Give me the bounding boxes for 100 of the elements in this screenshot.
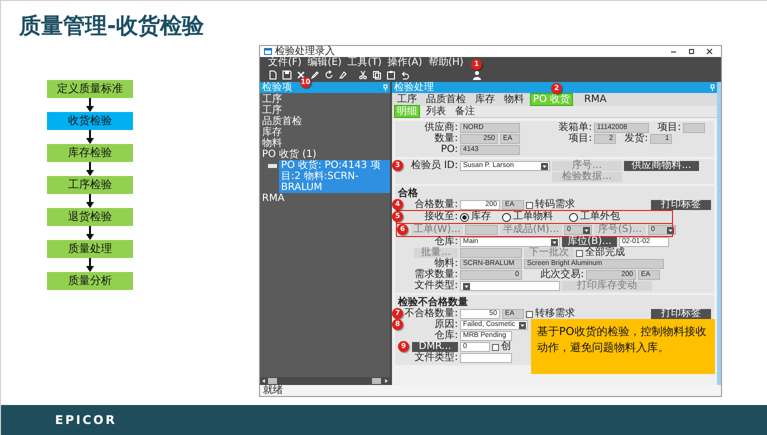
flow-arrow [86, 98, 94, 112]
menu-item[interactable]: 编辑(E) [308, 57, 342, 68]
input-field[interactable] [465, 225, 498, 235]
menu-item[interactable]: 工具(T) [348, 57, 382, 68]
tree-item[interactable]: 物料 [260, 138, 282, 149]
field-label: 供应商: [424, 123, 458, 133]
slide-title: 质量管理-收货检验 [18, 13, 204, 41]
process-step: 质量处理 [47, 240, 133, 258]
tree-item[interactable]: 库存 [260, 127, 282, 138]
field-label: 原因: [434, 320, 458, 330]
checkbox[interactable]: 转移需求 [526, 309, 581, 319]
pin-icon[interactable] [383, 84, 388, 91]
flow-arrow [86, 258, 94, 272]
radio-button[interactable]: 工单物料 [502, 212, 567, 222]
refresh-icon[interactable] [324, 70, 334, 80]
app-icon [264, 48, 272, 55]
pin-icon[interactable] [710, 84, 715, 91]
process-step: 库存检验 [47, 144, 133, 162]
tab[interactable]: 品质首检 [424, 94, 468, 105]
field-label: 仓库: [434, 331, 458, 341]
menu-item[interactable]: 帮助(H) [428, 57, 464, 68]
field-label: 项目: [568, 134, 592, 144]
tree-item[interactable]: PO 收货 (1) [260, 149, 316, 160]
process-step: 收货检验 [47, 112, 133, 130]
caret-icon [551, 238, 558, 246]
callout-note: 基于PO收货的检验，控制物料接收动作，避免问题物料入库。 [531, 319, 715, 374]
checkbox[interactable]: 全部完成 [576, 248, 631, 258]
caret-icon [583, 226, 590, 234]
caret-icon [463, 282, 470, 290]
copy-icon[interactable] [372, 70, 382, 80]
radio-circle-icon[interactable] [569, 212, 578, 222]
input-field[interactable] [460, 353, 512, 363]
button[interactable]: DMR... [412, 342, 458, 352]
maximize-icon[interactable] [688, 48, 695, 55]
field-label: 文件类型: [414, 281, 458, 291]
field-label: 物料: [434, 259, 458, 269]
delete-icon[interactable] [296, 70, 306, 80]
horizontal-scrollbar[interactable] [260, 377, 390, 385]
pencil-icon[interactable] [310, 70, 320, 80]
tab[interactable]: 备注 [453, 106, 477, 117]
flow-arrow [86, 194, 94, 208]
input-field[interactable] [460, 248, 522, 258]
tab[interactable]: 物料 [502, 94, 526, 105]
field-label: 装箱单: [558, 123, 592, 133]
tree-item[interactable]: 工序 [260, 94, 282, 105]
undo-icon[interactable] [400, 70, 410, 80]
field-label: 发货: [624, 134, 648, 144]
radio-circle-icon[interactable] [502, 212, 511, 222]
process-step: 质量分析 [47, 272, 133, 290]
field-label: 不合格数量: [404, 309, 458, 319]
new-document-icon[interactable] [268, 70, 278, 80]
caret-icon [519, 322, 526, 328]
radio-button[interactable]: 库存 [460, 212, 500, 222]
flow-arrow [86, 130, 94, 144]
group-title: 合格 [398, 188, 418, 199]
button[interactable]: 库位(B)... [562, 237, 617, 247]
tree-item[interactable]: 品质首检 [260, 116, 302, 127]
caret-icon [541, 162, 548, 170]
input-field[interactable] [683, 123, 705, 133]
field-label: 接收至: [424, 212, 458, 222]
eraser-icon[interactable] [338, 70, 348, 80]
tab[interactable]: 列表 [424, 106, 448, 117]
document-icon [268, 163, 277, 169]
tree-item[interactable]: 工序 [260, 105, 282, 116]
field-label: 项目: [656, 123, 681, 133]
process-step: 定义质量标准 [47, 80, 133, 98]
field-label: 合格数量: [414, 200, 458, 210]
field-label: 数量: [434, 134, 458, 144]
checkbox[interactable]: 创 [492, 342, 514, 352]
tab[interactable]: RMA [582, 94, 609, 105]
paste-icon[interactable] [386, 70, 396, 80]
group-title: 检验不合格数量 [398, 297, 468, 308]
field-label: 检验员 ID: [410, 161, 458, 171]
logo: EPICOR [55, 412, 117, 429]
flow-arrow [86, 162, 94, 176]
cut-icon[interactable] [358, 70, 368, 80]
tab[interactable]: 库存 [473, 94, 497, 105]
tab[interactable]: 工序 [395, 94, 419, 105]
radio-button[interactable]: 工单外包 [569, 212, 634, 222]
process-step: 工序检验 [47, 176, 133, 194]
button[interactable]: 供应商物料... [624, 161, 699, 171]
dropdown[interactable] [460, 281, 560, 291]
button[interactable]: 打印标签 [651, 200, 711, 210]
process-step: 退货检验 [47, 208, 133, 226]
close-icon[interactable] [706, 48, 713, 55]
person-icon[interactable] [472, 70, 482, 80]
menu-item[interactable]: 文件(F) [268, 57, 302, 68]
field-label: 文件类型: [414, 353, 458, 363]
panel-title: 检验项 [262, 82, 292, 93]
save-icon[interactable] [282, 70, 292, 80]
window-title: 检验处理录入 [275, 46, 335, 57]
button[interactable]: 打印标签 [651, 309, 711, 319]
field-label: 仓库: [434, 237, 458, 247]
menu-item[interactable]: 操作(A) [388, 57, 422, 68]
checkbox[interactable]: 转码需求 [526, 200, 581, 210]
radio-circle-icon[interactable] [460, 212, 469, 222]
flow-arrow [86, 226, 94, 240]
field-label: PO: [440, 145, 458, 155]
field-label: 需求数量: [414, 270, 458, 280]
tree-item[interactable]: RMA [260, 193, 284, 204]
